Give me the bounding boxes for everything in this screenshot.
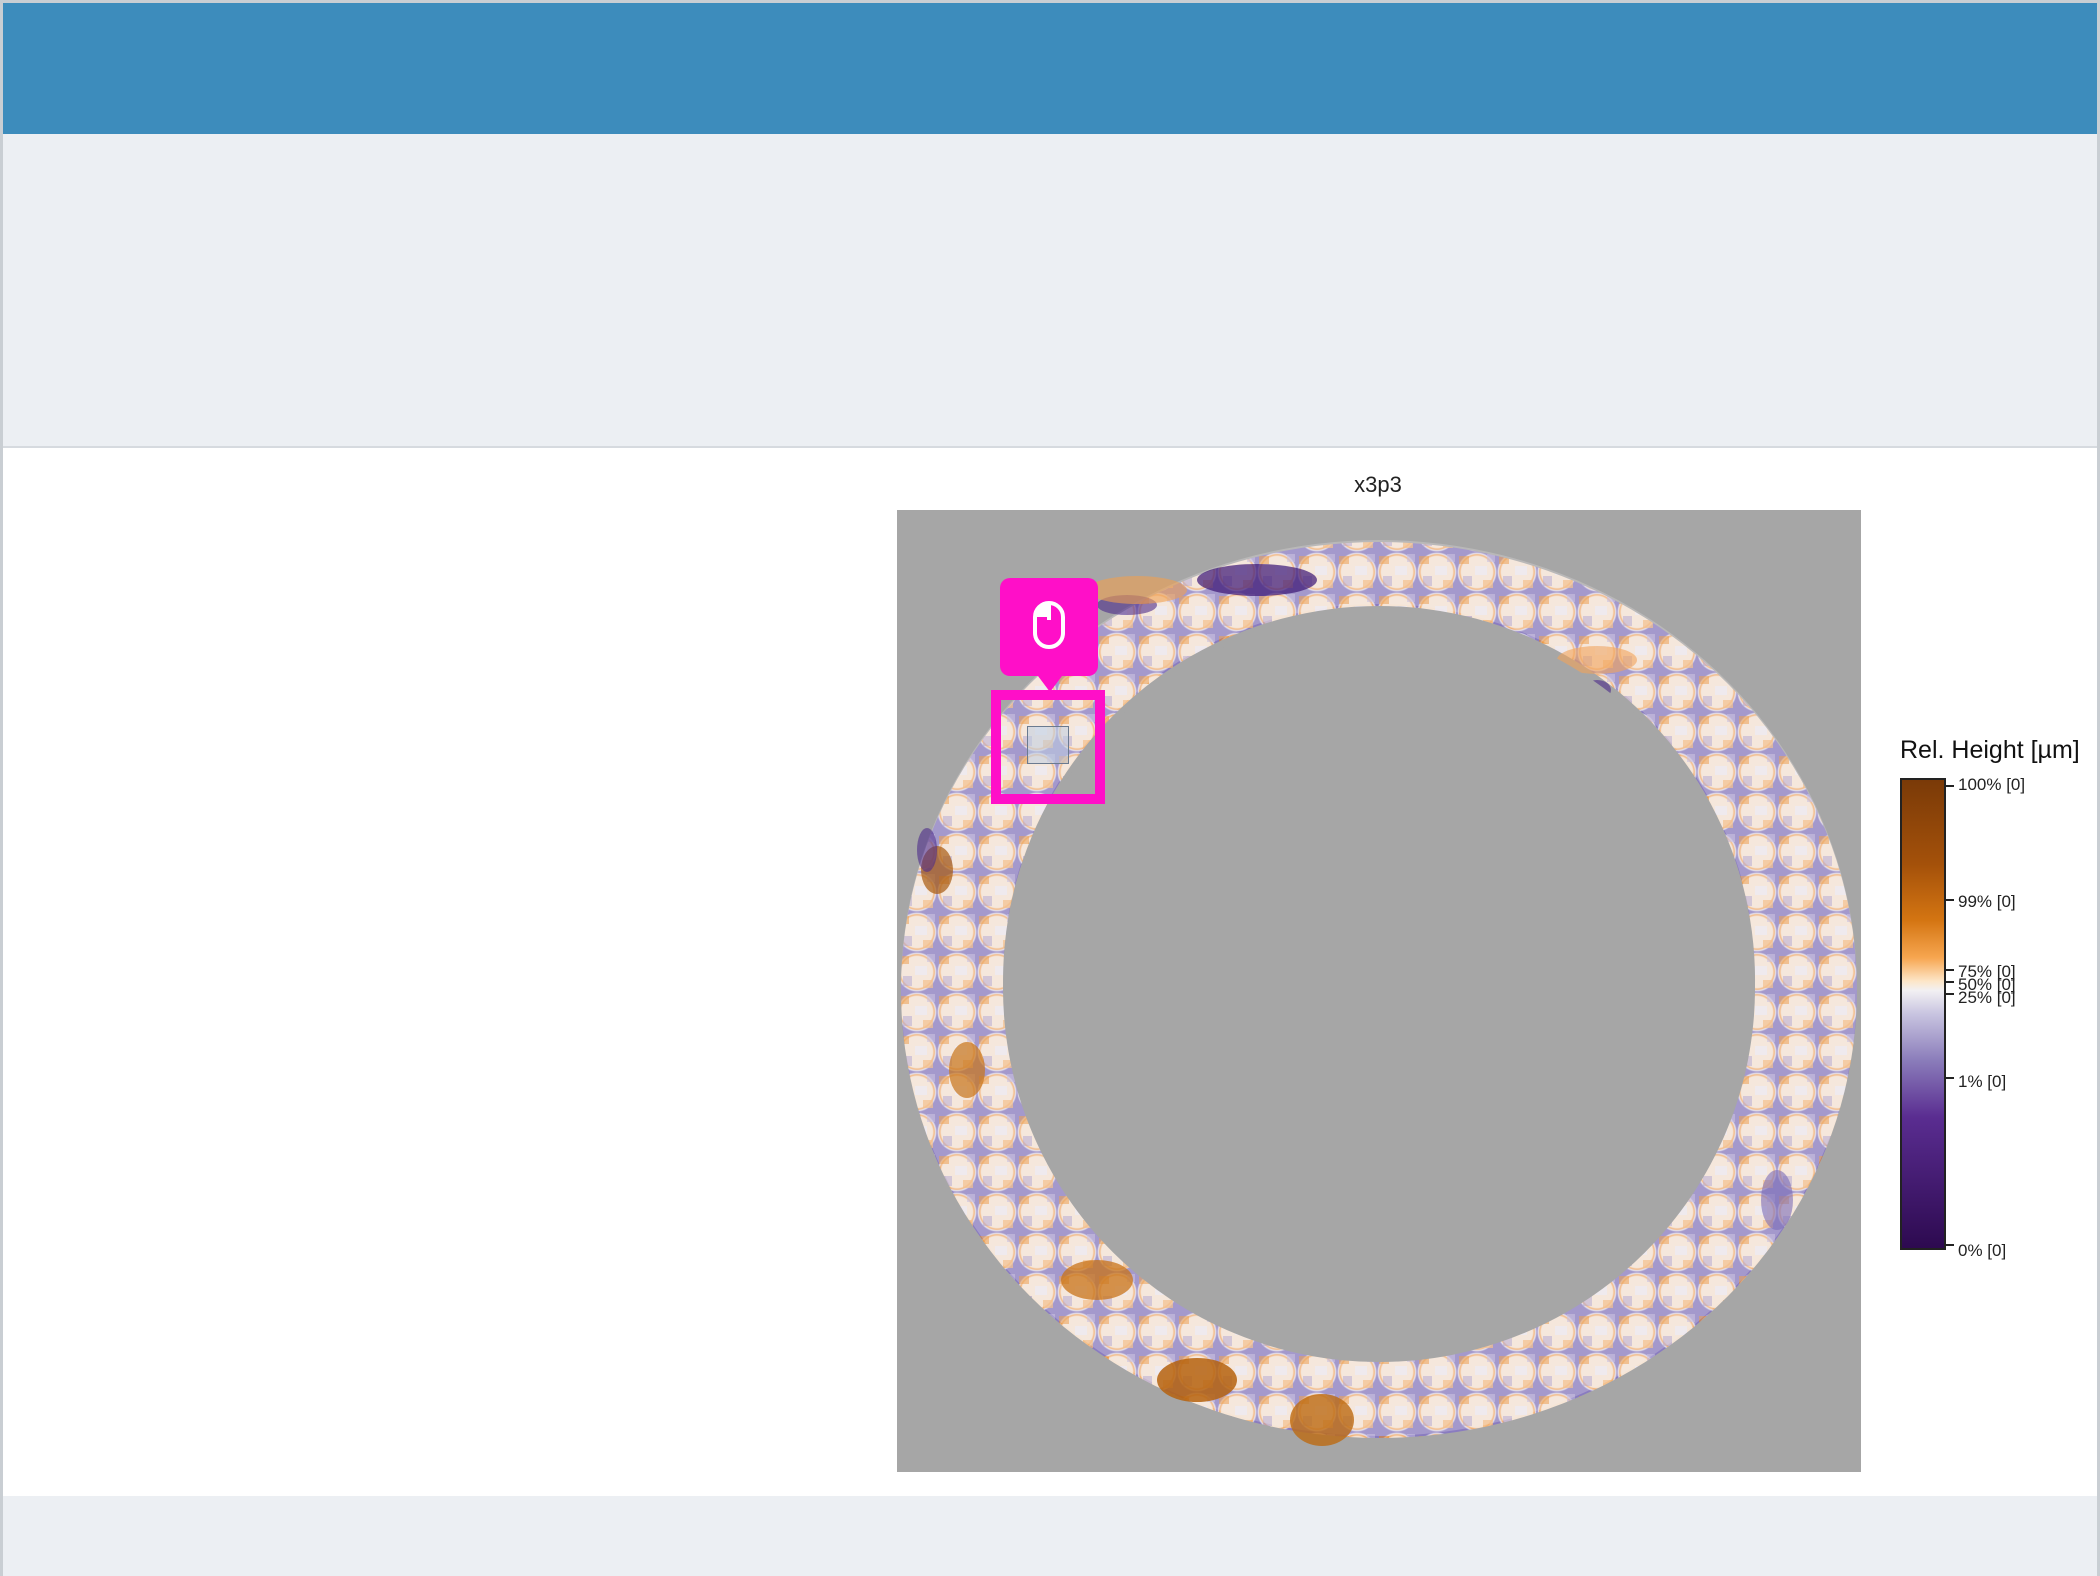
colorbar-tick [1946, 785, 1954, 787]
colorbar [1900, 778, 1946, 1250]
colorbar-label-0: 0% [0] [1958, 1241, 2007, 1260]
colorbar-title: Rel. Height [µm] [1900, 736, 2080, 764]
mouse-icon [1033, 601, 1065, 649]
selection-region[interactable] [1027, 726, 1069, 764]
click-indicator-bubble [1000, 578, 1098, 692]
colorbar-label-100: 100% [0] [1958, 775, 2026, 794]
toolbar-area [3, 134, 2097, 448]
header-bar [3, 3, 2097, 134]
plot-title: x3p3 [1354, 472, 1402, 497]
colorbar-tick [1946, 899, 1954, 901]
colorbar-tick [1946, 981, 1954, 983]
colorbar-tick [1946, 1077, 1954, 1079]
colorbar-tick [1946, 1244, 1954, 1246]
colorbar-label-99: 99% [0] [1958, 892, 2016, 911]
colorbar-tick [1946, 969, 1954, 971]
colorbar-label-25: 25% [0] [1958, 988, 2016, 1007]
colorbar-tick [1946, 993, 1954, 995]
footer-area [3, 1496, 2097, 1576]
colorbar-label-1: 1% [0] [1958, 1072, 2007, 1091]
